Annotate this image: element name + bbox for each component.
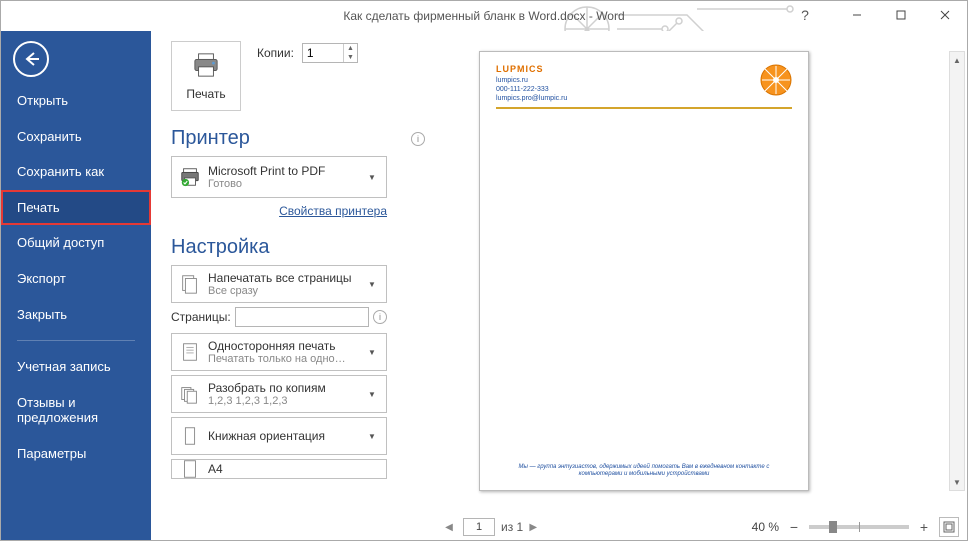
collate-icon	[176, 383, 204, 405]
minimize-button[interactable]	[835, 1, 879, 29]
print-preview: LUPMICS lumpics.ru 000-111-222-333 lumpi…	[431, 31, 967, 540]
nav-options[interactable]: Параметры	[1, 436, 151, 472]
letterhead: LUPMICS lumpics.ru 000-111-222-333 lumpi…	[496, 64, 792, 109]
printer-name: Microsoft Print to PDF	[208, 164, 368, 178]
zoom-slider-knob[interactable]	[829, 521, 837, 533]
brand-name: LUPMICS	[496, 64, 567, 76]
print-button-label: Печать	[186, 87, 225, 101]
scroll-down-icon[interactable]: ▼	[950, 474, 964, 490]
printer-heading: Принтер i	[171, 127, 431, 150]
preview-scrollbar[interactable]: ▲ ▼	[949, 51, 965, 491]
paper-icon	[176, 459, 204, 479]
scroll-up-icon[interactable]: ▲	[950, 52, 964, 68]
printer-info-icon[interactable]: i	[411, 132, 425, 146]
settings-heading: Настройка	[171, 236, 431, 259]
orientation-dropdown[interactable]: Книжная ориентация ▼	[171, 417, 387, 455]
nav-close[interactable]: Закрыть	[1, 297, 151, 333]
page-number-input[interactable]: 1	[463, 518, 495, 536]
pages-label: Страницы:	[171, 310, 231, 324]
paper-size-dropdown[interactable]: A4	[171, 459, 387, 479]
portrait-icon	[176, 425, 204, 447]
help-button[interactable]: ?	[785, 1, 825, 29]
title-bar: Как сделать фирменный бланк в Word.docx …	[1, 1, 967, 31]
nav-print[interactable]: Печать	[1, 190, 151, 226]
prev-page-button[interactable]: ◀	[439, 517, 459, 537]
window-title: Как сделать фирменный бланк в Word.docx …	[343, 9, 624, 23]
zoom-slider[interactable]	[809, 525, 909, 529]
nav-share[interactable]: Общий доступ	[1, 225, 151, 261]
printer-status: Готово	[208, 178, 368, 190]
backstage-nav: Открыть Сохранить Сохранить как Печать О…	[1, 31, 151, 540]
maximize-button[interactable]	[879, 1, 923, 29]
pages-icon	[176, 273, 204, 295]
nav-open[interactable]: Открыть	[1, 83, 151, 119]
printer-status-icon	[176, 166, 204, 188]
letterhead-footer: Мы — группа энтузиастов, одержимых идеей…	[496, 464, 792, 478]
pages-input[interactable]	[235, 307, 369, 327]
orange-logo-icon	[760, 64, 792, 96]
zoom-percent: 40 %	[752, 520, 779, 534]
copies-label: Копии:	[257, 46, 294, 60]
chevron-down-icon: ▼	[368, 348, 382, 357]
sides-dropdown[interactable]: Односторонняя печать Печатать только на …	[171, 333, 387, 371]
fit-to-window-button[interactable]	[939, 517, 959, 537]
collate-dropdown[interactable]: Разобрать по копиям 1,2,3 1,2,3 1,2,3 ▼	[171, 375, 387, 413]
single-side-icon	[176, 341, 204, 363]
printer-properties-link[interactable]: Свойства принтера	[279, 204, 387, 218]
next-page-button[interactable]: ▶	[523, 517, 543, 537]
chevron-down-icon: ▼	[368, 432, 382, 441]
printer-icon	[191, 52, 221, 83]
zoom-in-button[interactable]: +	[915, 518, 933, 536]
print-settings-column: Печать Копии: 1 ▲▼ Принтер i Microsoft P…	[151, 31, 431, 540]
nav-save-as[interactable]: Сохранить как	[1, 154, 151, 190]
pages-info-icon[interactable]: i	[373, 310, 387, 324]
nav-save[interactable]: Сохранить	[1, 119, 151, 155]
chevron-down-icon: ▼	[368, 173, 382, 182]
print-range-dropdown[interactable]: Напечатать все страницы Все сразу ▼	[171, 265, 387, 303]
back-button[interactable]	[13, 41, 49, 77]
print-button[interactable]: Печать	[171, 41, 241, 111]
zoom-out-button[interactable]: −	[785, 518, 803, 536]
close-button[interactable]	[923, 1, 967, 29]
page-preview: LUPMICS lumpics.ru 000-111-222-333 lumpi…	[479, 51, 809, 491]
nav-feedback[interactable]: Отзывы и предложения	[1, 385, 151, 436]
nav-separator	[17, 340, 135, 341]
main-area: Печать Копии: 1 ▲▼ Принтер i Microsoft P…	[151, 31, 967, 540]
copies-input[interactable]: 1 ▲▼	[302, 43, 358, 63]
chevron-down-icon: ▼	[368, 280, 382, 289]
chevron-down-icon: ▼	[368, 390, 382, 399]
printer-dropdown[interactable]: Microsoft Print to PDF Готово ▼	[171, 156, 387, 198]
copies-spinner[interactable]: ▲▼	[343, 44, 357, 62]
nav-export[interactable]: Экспорт	[1, 261, 151, 297]
copies-value: 1	[307, 46, 314, 60]
page-count-label: из 1	[501, 520, 523, 534]
preview-status-bar: ◀ 1 из 1 ▶ 40 % − +	[431, 514, 967, 540]
nav-account[interactable]: Учетная запись	[1, 349, 151, 385]
